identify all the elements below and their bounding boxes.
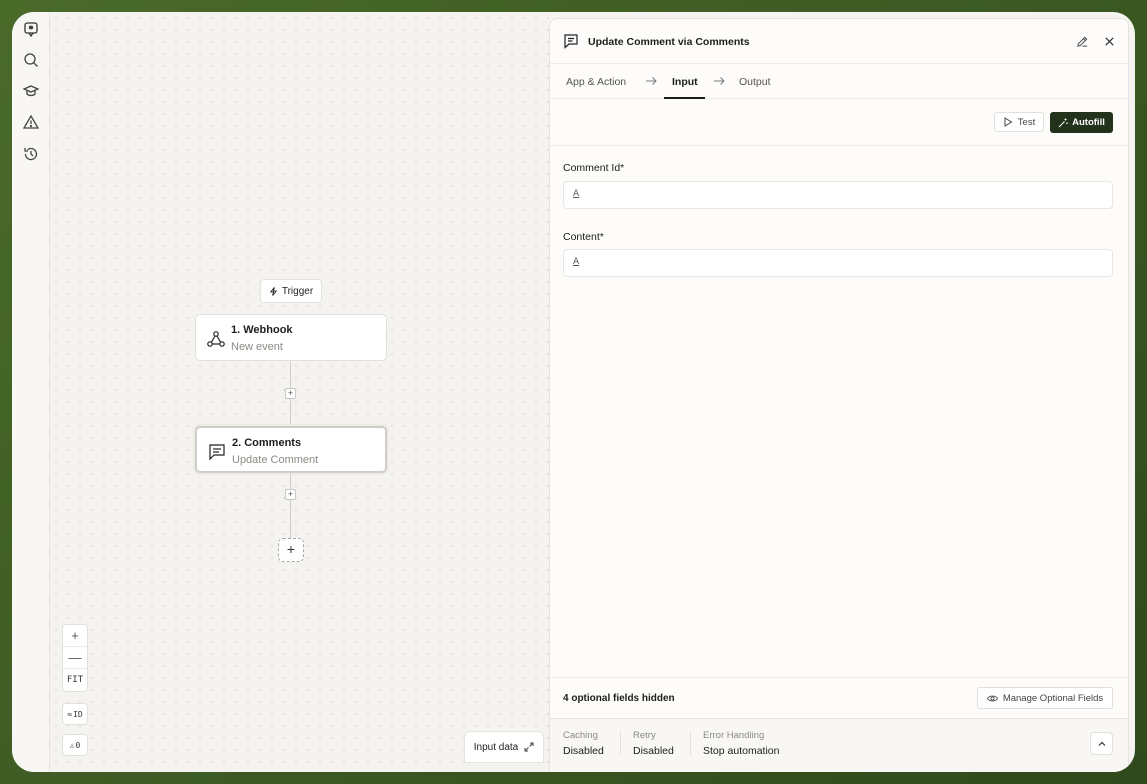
setting-value: Disabled bbox=[563, 745, 604, 757]
tab-app-action[interactable]: App & Action bbox=[566, 76, 626, 88]
workflow-canvas[interactable]: Trigger 1. Webhook New event + 2. Commen… bbox=[50, 12, 549, 772]
warning-icon[interactable] bbox=[21, 112, 41, 132]
warnings-button[interactable]: ⚠ 0 bbox=[62, 734, 88, 756]
lightning-icon bbox=[269, 286, 277, 296]
trigger-chip: Trigger bbox=[260, 279, 322, 303]
collapse-settings-button[interactable] bbox=[1090, 732, 1113, 755]
test-label: Test bbox=[1017, 116, 1036, 128]
step-settings-bar: Caching Disabled Retry Disabled Error Ha… bbox=[550, 718, 1128, 772]
separator bbox=[690, 731, 691, 755]
comment-id-label: Comment Id* bbox=[563, 162, 625, 174]
optional-fields-hidden-text: 4 optional fields hidden bbox=[563, 693, 675, 704]
content-input[interactable] bbox=[588, 254, 1098, 272]
arrow-right-icon bbox=[646, 77, 657, 85]
warning-small-icon: ⚠ bbox=[69, 740, 75, 750]
fit-view-button[interactable]: FIT bbox=[63, 669, 87, 691]
text-type-icon: A bbox=[573, 257, 580, 267]
arrow-right-icon bbox=[714, 77, 725, 85]
separator bbox=[620, 731, 621, 755]
input-data-button[interactable]: Input data bbox=[464, 731, 544, 763]
id-toggle-button[interactable]: ≈ ID bbox=[62, 703, 88, 725]
pencil-icon[interactable] bbox=[1076, 35, 1089, 48]
optional-fields-bar: 4 optional fields hidden Manage Optional… bbox=[550, 677, 1128, 717]
content-field[interactable]: A bbox=[563, 249, 1113, 277]
warnings-count: 0 bbox=[75, 740, 81, 750]
zoom-controls: + — FIT bbox=[62, 624, 88, 692]
node-webhook[interactable]: 1. Webhook New event bbox=[195, 314, 387, 361]
manage-optional-label: Manage Optional Fields bbox=[1002, 692, 1104, 704]
eye-icon bbox=[986, 695, 998, 701]
chevron-up-icon bbox=[1098, 741, 1105, 746]
setting-value: Disabled bbox=[633, 745, 674, 757]
node-title: 1. Webhook bbox=[231, 324, 293, 336]
setting-label: Error Handling bbox=[703, 730, 765, 741]
tab-input[interactable]: Input bbox=[672, 76, 698, 88]
comment-id-input[interactable] bbox=[588, 186, 1098, 204]
node-comments[interactable]: 2. Comments Update Comment bbox=[195, 426, 387, 473]
add-step-button[interactable]: + bbox=[285, 388, 296, 399]
setting-label: Retry bbox=[633, 730, 656, 741]
autofill-button[interactable]: Autofill bbox=[1050, 112, 1113, 133]
expand-icon bbox=[524, 742, 534, 752]
comment-icon bbox=[564, 34, 578, 49]
close-icon[interactable] bbox=[1103, 35, 1116, 48]
setting-label: Caching bbox=[563, 730, 598, 741]
test-button[interactable]: Test bbox=[994, 112, 1044, 132]
setting-caching[interactable]: Caching Disabled bbox=[563, 730, 604, 757]
left-rail bbox=[12, 12, 50, 772]
text-type-icon: A bbox=[573, 189, 580, 199]
zoom-out-button[interactable]: — bbox=[63, 647, 87, 669]
panel-header: Update Comment via Comments bbox=[550, 19, 1128, 64]
zoom-in-button[interactable]: + bbox=[63, 625, 87, 647]
setting-error-handling[interactable]: Error Handling Stop automation bbox=[703, 730, 779, 757]
comment-icon bbox=[206, 441, 228, 463]
history-icon[interactable] bbox=[21, 144, 41, 164]
input-data-label: Input data bbox=[473, 741, 519, 753]
approx-icon: ≈ bbox=[67, 709, 73, 719]
connector-line bbox=[290, 473, 291, 538]
step-config-panel: Update Comment via Comments App & Action… bbox=[549, 18, 1129, 772]
add-step-button[interactable]: + bbox=[285, 489, 296, 500]
node-subtitle: New event bbox=[231, 341, 283, 353]
manage-optional-fields-button[interactable]: Manage Optional Fields bbox=[977, 687, 1113, 709]
trigger-label: Trigger bbox=[281, 285, 314, 297]
search-icon[interactable] bbox=[21, 50, 41, 70]
autofill-label: Autofill bbox=[1072, 117, 1105, 128]
id-toggle-label: ID bbox=[73, 709, 83, 719]
active-tab-indicator bbox=[664, 97, 705, 99]
add-final-step-button[interactable]: + bbox=[278, 538, 304, 562]
play-icon bbox=[1004, 117, 1013, 127]
step-tabs: App & Action Input Output bbox=[550, 64, 1128, 99]
setting-value: Stop automation bbox=[703, 745, 780, 757]
setting-retry[interactable]: Retry Disabled bbox=[633, 730, 674, 757]
divider bbox=[550, 145, 1128, 146]
logo-icon[interactable] bbox=[21, 19, 41, 39]
node-title: 2. Comments bbox=[232, 437, 302, 449]
app-frame: Trigger 1. Webhook New event + 2. Commen… bbox=[12, 12, 1135, 772]
content-label: Content* bbox=[563, 231, 604, 243]
comment-id-field[interactable]: A bbox=[563, 181, 1113, 209]
webhook-icon bbox=[205, 328, 227, 350]
tab-output[interactable]: Output bbox=[739, 76, 771, 88]
node-subtitle: Update Comment bbox=[232, 454, 319, 466]
graduation-cap-icon[interactable] bbox=[21, 81, 41, 101]
magic-wand-icon bbox=[1058, 118, 1068, 127]
panel-title: Update Comment via Comments bbox=[588, 36, 750, 48]
